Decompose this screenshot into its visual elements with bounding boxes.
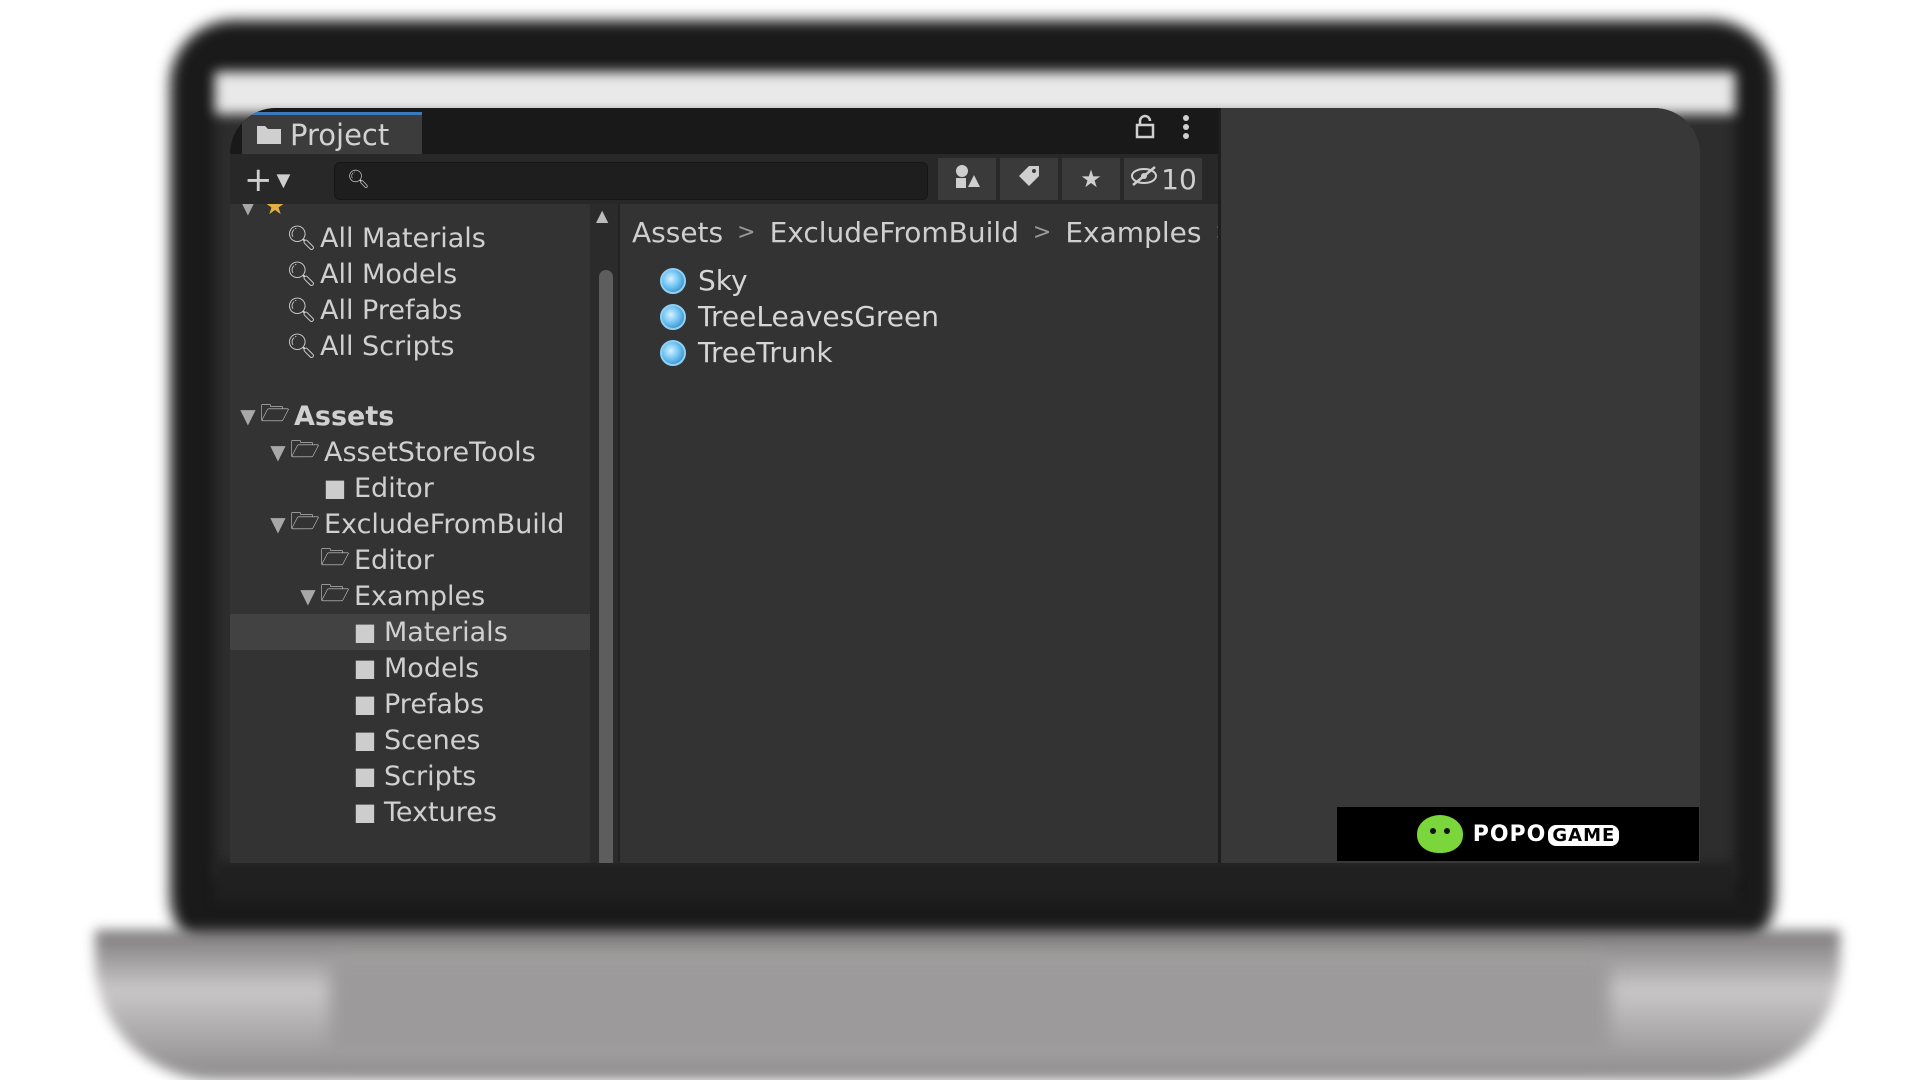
empty-editor-area [1221,108,1700,863]
project-window: Project + ▼ 🔍︎ ★ 10 ▼ ★ 🔍︎ All Materials… [230,108,1700,863]
chevron-right-icon: > [1032,220,1052,245]
asset-name: TreeTrunk [698,336,833,369]
tag-icon [1017,164,1041,194]
asset-item[interactable]: TreeTrunk [660,336,833,369]
search-input[interactable]: 🔍︎ [334,162,928,200]
material-icon [660,267,686,294]
search-by-label-button[interactable] [1000,158,1058,200]
folder-icon: ■ [353,690,377,718]
folder-icon: ■ [323,474,347,502]
open-folder-icon: 🗁 [260,398,290,427]
search-by-type-button[interactable] [938,158,996,200]
open-folder-icon: 🗁 [290,434,320,463]
filter-buttons: ★ 10 [938,158,1206,200]
chevron-right-icon: > [737,220,756,245]
lock-icon[interactable] [1134,114,1156,147]
more-options-icon[interactable] [1182,114,1190,147]
popogame-banner: POPO GAME [1337,807,1699,861]
tree-item-excludefrombuild[interactable]: ▼ 🗁 ExcludeFromBuild [230,506,590,542]
hidden-count: 10 [1161,162,1197,196]
chevron-down-icon: ▼ [270,512,286,536]
tree-item-models[interactable]: ■ Models [230,650,590,686]
search-icon: 🔍︎ [286,296,317,324]
hidden-packages-toggle[interactable]: 10 [1124,158,1202,200]
asset-name: Sky [698,264,748,297]
material-icon [660,303,686,330]
asset-item[interactable]: Sky [660,264,748,297]
plus-icon: + [244,160,273,200]
search-icon: 🔍︎ [286,260,317,288]
folder-icon: ■ [353,726,377,754]
tab-icons [1134,114,1190,147]
tree-item-assets[interactable]: ▼ 🗁 Assets [230,398,590,434]
folder-tree: ▼ ★ 🔍︎ All Materials 🔍︎ All Models 🔍︎ Al… [230,204,590,863]
open-folder-icon: 🗁 [320,578,350,607]
tab-strip: Project [230,108,1218,154]
asset-list-pane: Assets > ExcludeFromBuild > Examples > S… [618,204,1234,863]
breadcrumb-item[interactable]: ExcludeFromBuild [770,216,1019,249]
laptop-keyboard [330,955,1610,1055]
material-icon [660,339,686,366]
chevron-down-icon: ▼ [276,169,291,191]
tree-item-editor[interactable]: ■ Editor [230,470,590,506]
search-icon: 🔍︎ [286,224,317,252]
folder-icon [256,118,282,152]
folder-tree-scrollbar[interactable]: ▲ [590,204,618,863]
folder-icon: ■ [353,798,377,826]
breadcrumb-item[interactable]: Examples [1065,216,1201,249]
favorite-item-all-prefabs[interactable]: 🔍︎ All Prefabs [230,292,590,328]
blurred-taskbar [215,862,1735,902]
tree-item-assetstoretools[interactable]: ▼ 🗁 AssetStoreTools [230,434,590,470]
tree-item-textures[interactable]: ■ Textures [230,794,590,830]
tree-item-editor[interactable]: 🗁 Editor [230,542,590,578]
shapes-icon [954,163,980,195]
favorite-item-all-models[interactable]: 🔍︎ All Models [230,256,590,292]
asset-name: TreeLeavesGreen [698,300,940,333]
tree-item-scripts[interactable]: ■ Scripts [230,758,590,794]
tab-project-label: Project [290,117,390,152]
chevron-down-icon: ▼ [240,204,256,218]
tree-item-scenes[interactable]: ■ Scenes [230,722,590,758]
create-button[interactable]: + ▼ [244,160,290,200]
folder-icon: ■ [353,762,377,790]
breadcrumb: Assets > ExcludeFromBuild > Examples > [632,216,1248,249]
tree-item-examples[interactable]: ▼ 🗁 Examples [230,578,590,614]
chevron-down-icon: ▼ [240,404,256,428]
open-folder-icon: 🗁 [320,542,350,571]
chevron-down-icon: ▼ [300,584,316,608]
tab-project[interactable]: Project [242,112,422,154]
tree-item-materials[interactable]: ■ Materials [230,614,590,650]
scroll-up-icon[interactable]: ▲ [596,206,608,225]
favorite-item-all-scripts[interactable]: 🔍︎ All Scripts [230,328,590,364]
search-icon: 🔍︎ [286,332,317,360]
popogame-wordmark: POPO GAME [1473,822,1620,847]
asset-item[interactable]: TreeLeavesGreen [660,300,939,333]
favorite-item-all-materials[interactable]: 🔍︎ All Materials [230,220,590,256]
folder-icon: ■ [353,618,377,646]
popogame-logo-icon [1416,815,1463,853]
chevron-down-icon: ▼ [270,440,286,464]
search-icon: 🔍︎ [347,169,370,190]
breadcrumb-item[interactable]: Assets [632,216,723,249]
favorites-button[interactable]: ★ [1062,158,1120,200]
folder-icon: ■ [353,654,377,682]
eye-slash-icon [1129,165,1159,193]
star-icon: ★ [1080,165,1102,193]
project-toolbar: + ▼ 🔍︎ ★ 10 [230,154,1218,204]
star-icon: ★ [264,204,286,220]
open-folder-icon: 🗁 [290,506,320,535]
tree-item-prefabs[interactable]: ■ Prefabs [230,686,590,722]
scrollbar-thumb[interactable] [599,270,613,863]
